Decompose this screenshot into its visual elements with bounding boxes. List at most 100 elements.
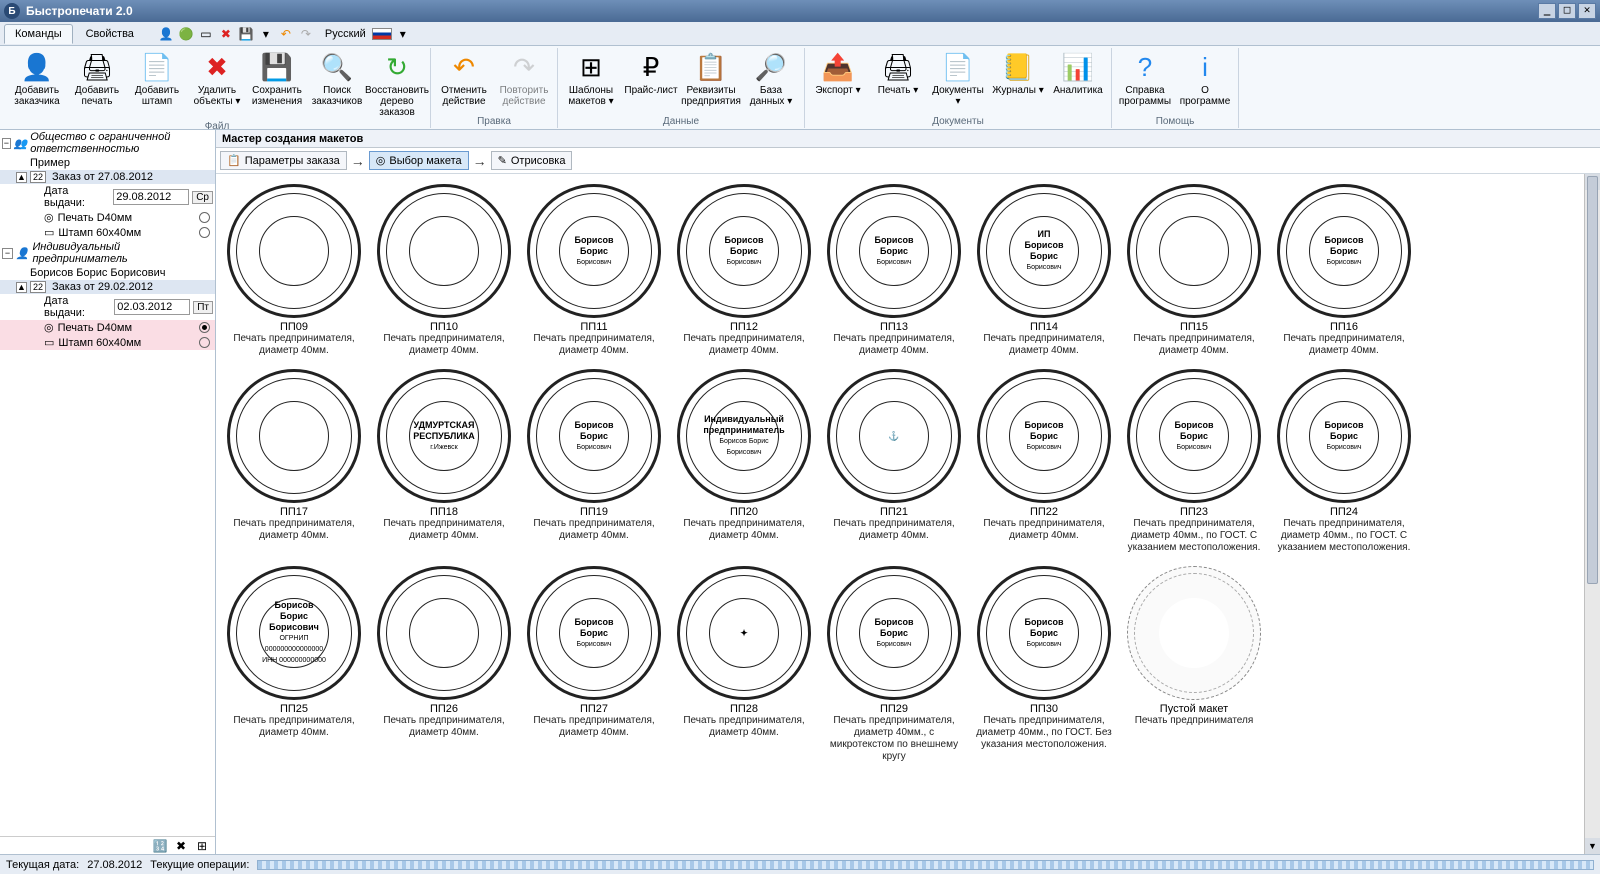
template-item[interactable]: ✦ПП28Печать предпринимателя, диаметр 40м… [670,564,818,765]
tree-ip-name[interactable]: Борисов Борис Борисович [0,266,215,280]
template-item[interactable]: ПП09Печать предпринимателя, диаметр 40мм… [220,182,368,359]
template-item[interactable]: БорисовБорисБорисовичПП24Печать предприн… [1270,367,1418,556]
ribbon-button[interactable]: iО программе [1176,48,1234,110]
ribbon-button[interactable]: 🖨Печать ▾ [869,48,927,99]
template-item[interactable]: БорисовБорис БорисовичОГРНИП 00000000000… [220,564,368,765]
radio-icon[interactable] [199,322,210,333]
sidebar-tool-2-icon[interactable]: ✖ [173,838,189,854]
template-code: ПП15 [1180,321,1208,333]
ribbon-label: Повторить действие [496,85,552,107]
tree-org-ip[interactable]: − 👤 Индивидуальный предприниматель [0,240,215,266]
ribbon-button[interactable]: ₽Прайс-лист [622,48,680,99]
ribbon-button[interactable]: ↻Восстановить дерево заказов [368,48,426,121]
ribbon-button[interactable]: 📊Аналитика [1049,48,1107,99]
tree-collapse-icon[interactable]: − [2,138,11,149]
order-2-item-stamp[interactable]: ▭ Штамп 60х40мм [0,335,215,350]
order-2-item-seal[interactable]: ◎ Печать D40мм [0,320,215,335]
step-params[interactable]: 📋Параметры заказа [220,151,347,170]
ribbon-button[interactable]: ?Справка программы [1116,48,1174,110]
radio-icon[interactable] [199,337,210,348]
template-desc: Печать предпринимателя, диаметр 40мм. [372,333,516,357]
template-item[interactable]: БорисовБорисБорисовичПП29Печать предприн… [820,564,968,765]
template-item[interactable]: УДМУРТСКАЯ РЕСПУБЛИКАг.ИжевскПП18Печать … [370,367,518,556]
template-desc: Печать предпринимателя, диаметр 40мм. [972,518,1116,542]
ribbon-label: Прайс-лист [624,85,677,96]
order-2-date-input[interactable] [114,299,190,315]
template-item[interactable]: ИПБорисов БорисБорисовичПП14Печать предп… [970,182,1118,359]
ribbon-button[interactable]: 📄Добавить штамп [128,48,186,110]
ribbon-button[interactable]: 👤Добавить заказчика [8,48,66,110]
scroll-down-icon[interactable]: ▼ [1585,838,1600,854]
template-item[interactable]: ПП17Печать предпринимателя, диаметр 40мм… [220,367,368,556]
ribbon-button[interactable]: 💾Сохранить изменения [248,48,306,110]
template-item[interactable]: БорисовБорисБорисовичПП22Печать предприн… [970,367,1118,556]
quick-undo-icon[interactable]: ↶ [278,26,294,42]
tree-order-2[interactable]: ▲ 22 Заказ от 29.02.2012 [0,280,215,294]
template-item[interactable]: БорисовБорисБорисовичПП11Печать предприн… [520,182,668,359]
scroll-thumb[interactable] [1587,176,1598,584]
template-code: ПП29 [880,703,908,715]
order-1-item-stamp[interactable]: ▭ Штамп 60х40мм [0,225,215,240]
tree-collapse-icon[interactable]: − [2,248,13,259]
ribbon-button[interactable]: ↶Отменить действие [435,48,493,110]
template-item[interactable]: ПП26Печать предпринимателя, диаметр 40мм… [370,564,518,765]
template-gallery: ПП09Печать предпринимателя, диаметр 40мм… [216,174,1584,854]
template-item[interactable]: БорисовБорисБорисовичПП30Печать предприн… [970,564,1118,765]
tree-order-1[interactable]: ▲ 22 Заказ от 27.08.2012 [0,170,215,184]
step-render[interactable]: ✎Отрисовка [491,151,573,170]
quick-redo-icon[interactable]: ↷ [298,26,314,42]
quick-delete-icon[interactable]: ✖ [218,26,234,42]
template-item[interactable]: ПП15Печать предпринимателя, диаметр 40мм… [1120,182,1268,359]
ribbon-button[interactable]: 🔎База данных ▾ [742,48,800,110]
quick-add-stamp-icon[interactable]: ▭ [198,26,214,42]
language-dropdown-icon[interactable]: ▾ [395,26,411,42]
ribbon-label: Отменить действие [436,85,492,107]
ribbon-button[interactable]: 🖨Добавить печать [68,48,126,110]
tree-collapse-icon[interactable]: ▲ [16,282,27,293]
template-code: ПП18 [430,506,458,518]
menu-tab-commands[interactable]: Команды [4,24,73,44]
gallery-scrollbar[interactable]: ▲ ▼ [1584,174,1600,854]
template-item[interactable]: БорисовБорисБорисовичПП16Печать предприн… [1270,182,1418,359]
tree-label: Штамп 60х40мм [58,227,141,239]
template-item[interactable]: Пустой макетПечать предпринимателя [1120,564,1268,765]
order-1-item-seal[interactable]: ◎ Печать D40мм [0,210,215,225]
ribbon-button[interactable]: ✖Удалить объекты ▾ [188,48,246,110]
template-item[interactable]: БорисовБорисБорисовичПП12Печать предприн… [670,182,818,359]
quick-save-icon[interactable]: 💾 [238,26,254,42]
radio-icon[interactable] [199,212,210,223]
russian-flag-icon[interactable] [372,28,392,40]
template-item[interactable]: ПП10Печать предпринимателя, диаметр 40мм… [370,182,518,359]
template-item[interactable]: БорисовБорисБорисовичПП23Печать предприн… [1120,367,1268,556]
ribbon-button[interactable]: 📋Реквизиты предприятия [682,48,740,110]
sidebar-tool-3-icon[interactable]: ⊞ [194,838,210,854]
ribbon-button[interactable]: 📤Экспорт ▾ [809,48,867,99]
sidebar-tool-1-icon[interactable]: 🔢 [152,838,168,854]
template-desc: Печать предпринимателя, диаметр 40мм. [672,518,816,542]
ribbon-button[interactable]: 📄Документы ▾ [929,48,987,110]
radio-icon[interactable] [199,227,210,238]
quick-add-customer-icon[interactable]: 👤 [158,26,174,42]
tree-collapse-icon[interactable]: ▲ [16,172,27,183]
minimize-button[interactable]: _ [1538,3,1556,19]
menu-tab-properties[interactable]: Свойства [75,24,145,44]
template-item[interactable]: БорисовБорисБорисовичПП27Печать предприн… [520,564,668,765]
tree-org-ooo[interactable]: − 👥 Общество с ограниченной ответственно… [0,130,215,156]
tree-org-example[interactable]: Пример [0,156,215,170]
quick-add-seal-icon[interactable]: 🟢 [178,26,194,42]
ribbon-button[interactable]: ⊞Шаблоны макетов ▾ [562,48,620,110]
template-item[interactable]: ИндивидуальныйпредпринимательБорисов Бор… [670,367,818,556]
template-item[interactable]: БорисовБорисБорисовичПП13Печать предприн… [820,182,968,359]
template-desc: Печать предпринимателя, диаметр 40мм. [1122,333,1266,357]
quick-dropdown-icon[interactable]: ▾ [258,26,274,42]
restore-button[interactable]: □ [1558,3,1576,19]
close-button[interactable]: ✕ [1578,3,1596,19]
language-label[interactable]: Русский [325,28,366,40]
ribbon-button[interactable]: 🔍Поиск заказчиков [308,48,366,110]
template-item[interactable]: БорисовБорисБорисовичПП19Печать предприн… [520,367,668,556]
order-1-date-input[interactable] [113,189,189,205]
template-item[interactable]: ⚓ПП21Печать предпринимателя, диаметр 40м… [820,367,968,556]
date-label: Дата выдачи: [44,185,110,209]
step-select-template[interactable]: ◎Выбор макета [369,151,469,170]
ribbon-button[interactable]: 📒Журналы ▾ [989,48,1047,99]
